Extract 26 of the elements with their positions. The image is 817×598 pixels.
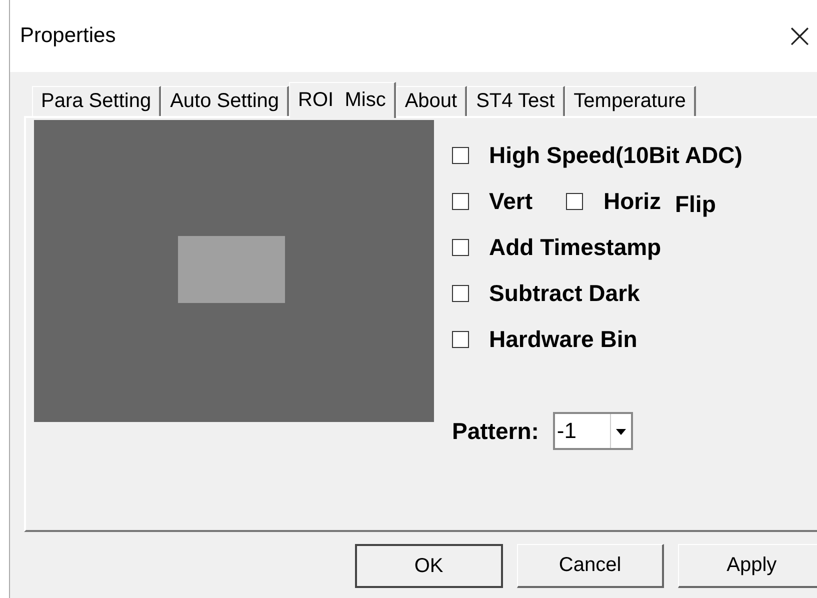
checkbox[interactable] (566, 192, 584, 210)
checkbox[interactable] (452, 192, 469, 210)
checkbox-label[interactable]: Hardware Bin (489, 326, 638, 352)
close-button[interactable]: × (778, 16, 817, 56)
dialog-button[interactable]: Apply (678, 544, 817, 588)
flip-label: Flip (674, 190, 716, 218)
dialog-button[interactable]: OK (355, 544, 503, 588)
tab[interactable]: Auto Setting (161, 86, 290, 116)
checkbox[interactable] (452, 238, 469, 256)
window-title: Properties (20, 24, 116, 48)
dialog-button[interactable]: Cancel (516, 544, 664, 588)
checkbox-label[interactable]: Horiz (603, 188, 661, 214)
tab[interactable]: ROI Misc (289, 82, 396, 118)
tab[interactable]: Para Setting (32, 86, 162, 116)
checkbox-label[interactable]: Add Timestamp (489, 234, 662, 260)
checkbox-label[interactable]: High Speed(10Bit ADC) (489, 142, 742, 168)
tab[interactable]: About (396, 86, 468, 116)
tab[interactable]: Temperature (564, 86, 696, 116)
checkbox[interactable] (452, 146, 469, 164)
checkbox[interactable] (452, 284, 469, 302)
checkbox[interactable] (452, 330, 469, 348)
tab[interactable]: ST4 Test (467, 86, 565, 116)
pattern-dropdown[interactable]: -1 (552, 412, 633, 450)
pattern-label: Pattern: (452, 418, 539, 444)
checkbox-label[interactable]: Subtract Dark (489, 280, 640, 306)
checkbox-label[interactable]: Vert (489, 188, 532, 214)
